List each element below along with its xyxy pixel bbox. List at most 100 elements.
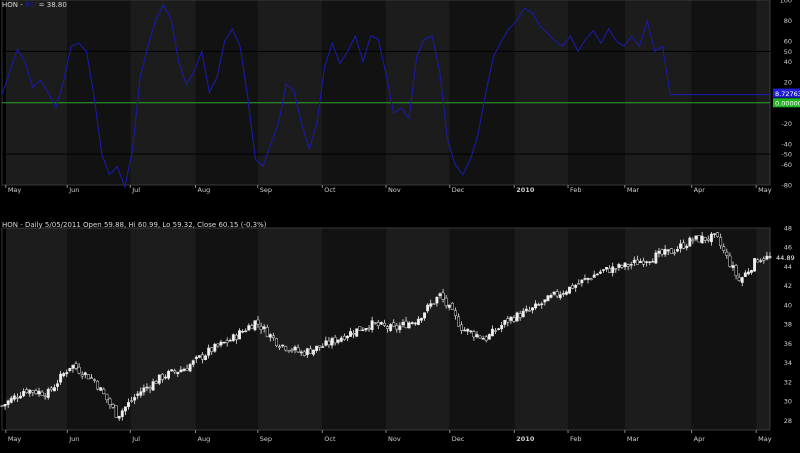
osc-y-tick: -80 xyxy=(781,182,792,190)
price-bar-body xyxy=(293,346,297,351)
price-bar-body xyxy=(614,268,618,270)
price-bar-body xyxy=(49,387,53,391)
price-bar-body xyxy=(635,259,639,265)
price-bar-body xyxy=(191,360,195,365)
price-bar-body xyxy=(102,388,106,395)
osc-x-tick: Sep xyxy=(260,186,272,194)
price-bar-body xyxy=(349,331,352,337)
price-bar-body xyxy=(238,330,241,340)
price-bar-body xyxy=(691,239,695,242)
price-bar-body xyxy=(330,338,334,346)
price-bar-body xyxy=(768,256,772,258)
price-bar-body xyxy=(685,245,689,249)
price-bar-body xyxy=(308,348,312,354)
price-bar-body xyxy=(333,337,337,344)
price-bar-body xyxy=(447,304,451,308)
price-bar-body xyxy=(515,312,519,322)
price-bar-body xyxy=(130,400,133,402)
chart-root: 100 80 60 50 40 20 -20 -40 -50 -60 -80 8.72763 0.000… xyxy=(0,0,800,449)
price-x-tick: Sep xyxy=(260,435,272,443)
price-bar-body xyxy=(611,266,615,273)
price-band xyxy=(514,228,569,430)
price-band xyxy=(5,228,68,430)
price-bar-body xyxy=(173,370,177,373)
price-bar-body xyxy=(666,249,670,252)
price-bar-body xyxy=(182,368,186,372)
price-bar-body xyxy=(608,267,612,273)
price-bar-body xyxy=(743,272,747,277)
price-bar-body xyxy=(278,346,282,348)
price-bar-body xyxy=(321,346,325,348)
price-bar-body xyxy=(540,303,544,306)
price-bar-body xyxy=(719,237,723,247)
price-bar-body xyxy=(305,348,309,356)
price-x-tick: Nov xyxy=(388,435,401,443)
price-bar-body xyxy=(379,322,383,325)
price-bar-body xyxy=(231,334,235,342)
price-bar-body xyxy=(420,317,423,321)
price-bar-body xyxy=(302,351,306,356)
osc-y-tick: 60 xyxy=(784,38,792,46)
price-bar-body xyxy=(574,284,578,288)
price-bar-body xyxy=(77,366,81,374)
price-bar-body xyxy=(275,338,278,346)
price-bar-body xyxy=(463,329,467,332)
price-bar-body xyxy=(580,279,584,284)
price-bar-body xyxy=(376,322,380,326)
osc-band xyxy=(195,0,258,185)
price-bar-body xyxy=(410,322,414,325)
price-y-tick: 44 xyxy=(784,263,792,271)
osc-band xyxy=(449,0,515,185)
price-bar-body xyxy=(669,248,673,254)
zero-tag: 0.00000 xyxy=(775,99,800,107)
price-y-tick: 48 xyxy=(784,225,792,233)
price-bar-body xyxy=(469,330,473,333)
price-bar-body xyxy=(592,274,596,278)
price-bar-body xyxy=(225,340,229,343)
price-bar-body xyxy=(352,333,356,335)
price-x-tick: Jun xyxy=(68,435,79,443)
price-bar-body xyxy=(386,326,389,329)
price-bar-body xyxy=(506,318,510,323)
price-band xyxy=(322,228,386,430)
price-bar-body xyxy=(524,308,528,312)
price-bar-body xyxy=(722,246,726,251)
price-bar-body xyxy=(688,237,692,247)
price-bar-body xyxy=(629,264,633,266)
price-bar-body xyxy=(759,260,763,262)
price-bar-body xyxy=(383,322,386,326)
price-bar-body xyxy=(750,270,753,273)
price-bar-body xyxy=(157,374,161,384)
symbol-label: HON xyxy=(2,1,19,9)
price-bar-body xyxy=(120,410,124,417)
price-bar-body xyxy=(716,232,720,237)
price-bar-body xyxy=(660,249,664,255)
price-bar-body xyxy=(518,313,522,319)
price-bar-body xyxy=(537,304,541,306)
price-bar-body xyxy=(497,328,501,330)
price-bar-body xyxy=(213,343,217,352)
price-bar-body xyxy=(247,325,251,331)
price-bar-body xyxy=(601,269,605,271)
price-bar-body xyxy=(494,330,497,332)
price-bar-body xyxy=(623,262,627,268)
price-bar-body xyxy=(700,235,704,244)
header-eq: = xyxy=(38,1,45,9)
price-bar-body xyxy=(663,249,667,255)
price-bar-body xyxy=(204,355,208,360)
price-bar-body xyxy=(108,398,112,406)
price-bar-body xyxy=(487,334,491,340)
price-band xyxy=(568,228,625,430)
price-bar-body xyxy=(207,347,211,356)
osc-x-tick: Apr xyxy=(694,186,706,194)
osc-y-tick: 50 xyxy=(784,48,792,56)
price-bar-body xyxy=(256,319,260,325)
price-x-tick: Apr xyxy=(694,435,706,443)
price-bar-body xyxy=(703,236,707,241)
price-bar-body xyxy=(315,345,319,351)
price-x-tick: May xyxy=(8,435,22,443)
osc-band xyxy=(386,0,450,185)
price-bar-body xyxy=(672,252,676,254)
price-bar-body xyxy=(765,255,769,260)
price-band xyxy=(67,228,131,430)
